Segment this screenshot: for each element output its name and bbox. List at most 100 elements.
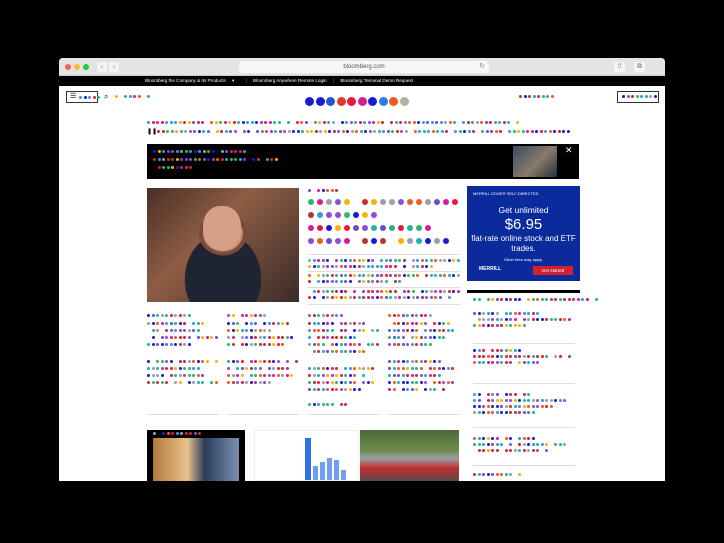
text-placeholder-dot	[499, 130, 502, 134]
get-started-button[interactable]: Get started	[533, 266, 573, 275]
rail-item[interactable]	[473, 324, 527, 328]
text-placeholder-dot	[160, 367, 164, 371]
text-placeholder-dot	[330, 189, 334, 193]
banner-thumbnail[interactable]	[513, 146, 557, 177]
text-placeholder-dot	[407, 199, 413, 205]
text-placeholder-dot	[362, 322, 365, 326]
reload-icon[interactable]: ↻	[479, 61, 485, 73]
pause-icon[interactable]: ❚❚	[147, 128, 157, 136]
text-placeholder-dot	[536, 355, 539, 359]
right-rail-list	[467, 290, 598, 481]
close-window-button[interactable]	[65, 64, 71, 70]
subscribe-button[interactable]	[617, 91, 659, 103]
text-placeholder-dot	[522, 355, 526, 359]
text-placeholder-dot	[447, 259, 451, 263]
lead-story-image[interactable]	[147, 188, 299, 302]
text-placeholder-dot	[375, 265, 379, 269]
rail-item[interactable]	[473, 399, 568, 403]
close-icon[interactable]: ✕	[565, 145, 573, 156]
rail-item[interactable]	[473, 393, 532, 397]
remote-login-link[interactable]: Bloomberg Anywhere Remote Login	[253, 78, 327, 83]
rail-item[interactable]	[473, 312, 541, 316]
minimize-window-button[interactable]	[74, 64, 80, 70]
lead-headline-line	[308, 225, 460, 231]
text-placeholder-dot	[477, 405, 481, 409]
rail-item[interactable]	[473, 449, 550, 453]
text-placeholder-dot	[397, 329, 400, 333]
company-products-link[interactable]: Bloomberg the Company & Its Products ▾	[145, 78, 239, 83]
text-placeholder-dot	[362, 374, 365, 378]
text-placeholder-dot	[562, 130, 565, 134]
text-placeholder-dot	[83, 96, 87, 99]
text-placeholder-dot	[366, 259, 370, 263]
text-placeholder-dot	[193, 130, 196, 134]
graphic-bar	[313, 466, 318, 480]
breaking-news-banner[interactable]: ✕	[147, 144, 579, 179]
text-placeholder-dot	[536, 399, 539, 403]
text-placeholder-dot	[317, 343, 320, 347]
related-link[interactable]	[308, 259, 460, 263]
bloomberg-logo[interactable]	[305, 93, 410, 106]
text-placeholder-dot	[258, 381, 262, 385]
text-placeholder-dot	[339, 350, 343, 354]
rail-item[interactable]	[473, 355, 572, 359]
merrill-edge-ad[interactable]: MERRILL EDGE® SELF-DIRECTED Get unlimite…	[467, 186, 580, 281]
related-link[interactable]	[308, 274, 460, 278]
text-placeholder-dot	[196, 360, 200, 364]
chart-thumbnail[interactable]	[254, 430, 359, 481]
text-placeholder-dot	[444, 121, 447, 125]
text-placeholder-dot	[402, 290, 406, 294]
rail-item[interactable]	[473, 473, 523, 477]
related-link[interactable]	[308, 296, 460, 300]
text-placeholder-dot	[317, 381, 320, 385]
video-thumbnail[interactable]	[147, 430, 245, 481]
text-placeholder-dot	[446, 381, 450, 385]
text-placeholder-dot	[267, 322, 271, 326]
text-placeholder-dot	[504, 361, 508, 365]
terminal-demo-link[interactable]: Bloomberg Terminal Demo Request	[340, 78, 413, 83]
ticker-items[interactable]	[157, 130, 577, 134]
text-placeholder-dot	[406, 314, 409, 318]
rail-item[interactable]	[473, 349, 523, 353]
related-link[interactable]	[308, 280, 460, 284]
text-placeholder-dot	[353, 350, 356, 354]
related-link[interactable]	[308, 265, 460, 269]
text-placeholder-dot	[344, 290, 347, 294]
text-placeholder-dot	[162, 432, 165, 436]
photo-thumbnail[interactable]	[360, 430, 459, 481]
text-placeholder-dot	[156, 367, 159, 371]
text-placeholder-dot	[388, 329, 391, 333]
text-placeholder-dot	[335, 381, 338, 385]
nav-links-row[interactable]	[147, 121, 579, 125]
site-header: ☰ ⌕	[59, 86, 665, 108]
text-placeholder-dot	[192, 329, 195, 333]
tabs-icon[interactable]: ⧉	[634, 62, 645, 72]
text-placeholder-dot	[326, 329, 329, 333]
search-icon[interactable]: ⌕	[104, 92, 108, 102]
text-placeholder-dot	[151, 121, 155, 125]
address-bar[interactable]: bloomberg.com ↻	[239, 61, 489, 73]
zoom-window-button[interactable]	[83, 64, 89, 70]
text-placeholder-dot	[258, 374, 262, 378]
forward-icon[interactable]: ›	[109, 62, 119, 72]
text-placeholder-dot	[540, 355, 544, 359]
text-placeholder-dot	[243, 150, 246, 154]
text-placeholder-dot	[406, 322, 409, 326]
text-placeholder-dot	[216, 158, 219, 162]
rail-item[interactable]	[473, 318, 572, 322]
related-link[interactable]	[308, 290, 460, 294]
header-link-placeholder[interactable]	[519, 95, 555, 99]
rail-item[interactable]	[473, 405, 554, 409]
menu-button[interactable]: ☰	[66, 91, 100, 103]
text-placeholder-dot	[344, 322, 347, 326]
text-placeholder-dot	[518, 361, 521, 365]
rail-item[interactable]	[473, 361, 541, 365]
text-placeholder-dot	[255, 121, 258, 125]
rail-item[interactable]	[473, 437, 536, 441]
share-icon[interactable]: ⇧	[614, 62, 625, 72]
text-placeholder-dot	[425, 259, 428, 263]
text-placeholder-dot	[371, 199, 377, 205]
rail-item[interactable]	[473, 411, 536, 415]
rail-item[interactable]	[473, 443, 568, 447]
back-icon[interactable]: ‹	[97, 62, 107, 72]
